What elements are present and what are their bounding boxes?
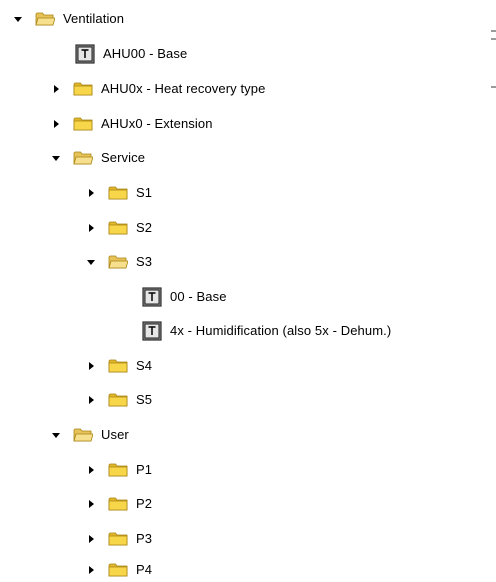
folder-icon — [108, 392, 128, 408]
chevron-down-icon[interactable] — [51, 430, 61, 440]
tree-node-label: S5 — [136, 392, 153, 407]
tree-node-label: P1 — [136, 462, 153, 477]
tree-node-s1[interactable]: S1 — [86, 181, 152, 205]
folder-open-icon — [35, 11, 55, 27]
chevron-right-icon[interactable] — [86, 465, 96, 475]
chevron-right-icon[interactable] — [86, 499, 96, 509]
folder-icon — [108, 358, 128, 374]
chevron-right-icon[interactable] — [86, 395, 96, 405]
folder-icon — [108, 220, 128, 236]
template-icon — [75, 44, 95, 64]
tree-node-label: AHU0x - Heat recovery type — [101, 81, 266, 96]
tree-node-label: P4 — [136, 562, 153, 577]
template-icon — [142, 287, 162, 307]
tree-node-s4[interactable]: S4 — [86, 354, 152, 378]
chevron-right-icon[interactable] — [51, 119, 61, 129]
tree-node-label: User — [101, 427, 129, 442]
chevron-right-icon[interactable] — [86, 223, 96, 233]
tree-node-ahu00-base[interactable]: AHU00 - Base — [75, 42, 187, 66]
template-icon — [142, 321, 162, 341]
tree-node-label: P2 — [136, 496, 153, 511]
tree-node-user[interactable]: User — [51, 423, 129, 447]
tree-node-label: P3 — [136, 531, 153, 546]
tree-node-p3[interactable]: P3 — [86, 527, 152, 551]
tree-node-label: S1 — [136, 185, 153, 200]
tree-node-s3[interactable]: S3 — [86, 250, 152, 274]
scroll-edge-mark — [491, 86, 496, 88]
tree-node-s3-humidification[interactable]: 4x - Humidification (also 5x - Dehum.) — [142, 319, 391, 343]
tree-node-label: S4 — [136, 358, 153, 373]
tree-view: Ventilation AHU00 - Base AHU0x - Heat re… — [0, 0, 470, 582]
chevron-right-icon[interactable] — [51, 84, 61, 94]
chevron-right-icon[interactable] — [86, 361, 96, 371]
tree-node-s5[interactable]: S5 — [86, 388, 152, 412]
folder-icon — [108, 531, 128, 547]
tree-node-s3-base[interactable]: 00 - Base — [142, 285, 227, 309]
tree-node-p1[interactable]: P1 — [86, 458, 152, 482]
folder-icon — [108, 185, 128, 201]
tree-node-ahux0[interactable]: AHUx0 - Extension — [51, 112, 213, 136]
scroll-edge-mark — [491, 30, 496, 32]
tree-node-p2[interactable]: P2 — [86, 492, 152, 516]
folder-icon — [108, 462, 128, 478]
chevron-right-icon[interactable] — [86, 188, 96, 198]
tree-node-label: S3 — [136, 254, 153, 269]
chevron-down-icon[interactable] — [13, 14, 23, 24]
tree-node-p4[interactable]: P4 — [86, 558, 152, 582]
folder-icon — [73, 81, 93, 97]
tree-node-label: 4x - Humidification (also 5x - Dehum.) — [170, 323, 392, 338]
chevron-right-icon[interactable] — [86, 534, 96, 544]
tree-node-ahu0x[interactable]: AHU0x - Heat recovery type — [51, 77, 265, 101]
folder-open-icon — [73, 427, 93, 443]
tree-node-label: 00 - Base — [170, 289, 227, 304]
chevron-down-icon[interactable] — [86, 257, 96, 267]
scroll-edge-mark — [491, 38, 496, 40]
tree-node-label: AHU00 - Base — [103, 46, 188, 61]
folder-open-icon — [108, 254, 128, 270]
tree-node-ventilation[interactable]: Ventilation — [13, 7, 124, 31]
tree-node-label: Ventilation — [63, 11, 125, 26]
tree-node-label: S2 — [136, 220, 153, 235]
chevron-down-icon[interactable] — [51, 153, 61, 163]
tree-node-s2[interactable]: S2 — [86, 216, 152, 240]
folder-open-icon — [73, 150, 93, 166]
tree-node-service[interactable]: Service — [51, 146, 145, 170]
tree-node-label: Service — [101, 150, 146, 165]
chevron-right-icon[interactable] — [86, 565, 96, 575]
folder-icon — [108, 496, 128, 512]
folder-icon — [108, 562, 128, 578]
tree-node-label: AHUx0 - Extension — [101, 116, 213, 131]
folder-icon — [73, 116, 93, 132]
